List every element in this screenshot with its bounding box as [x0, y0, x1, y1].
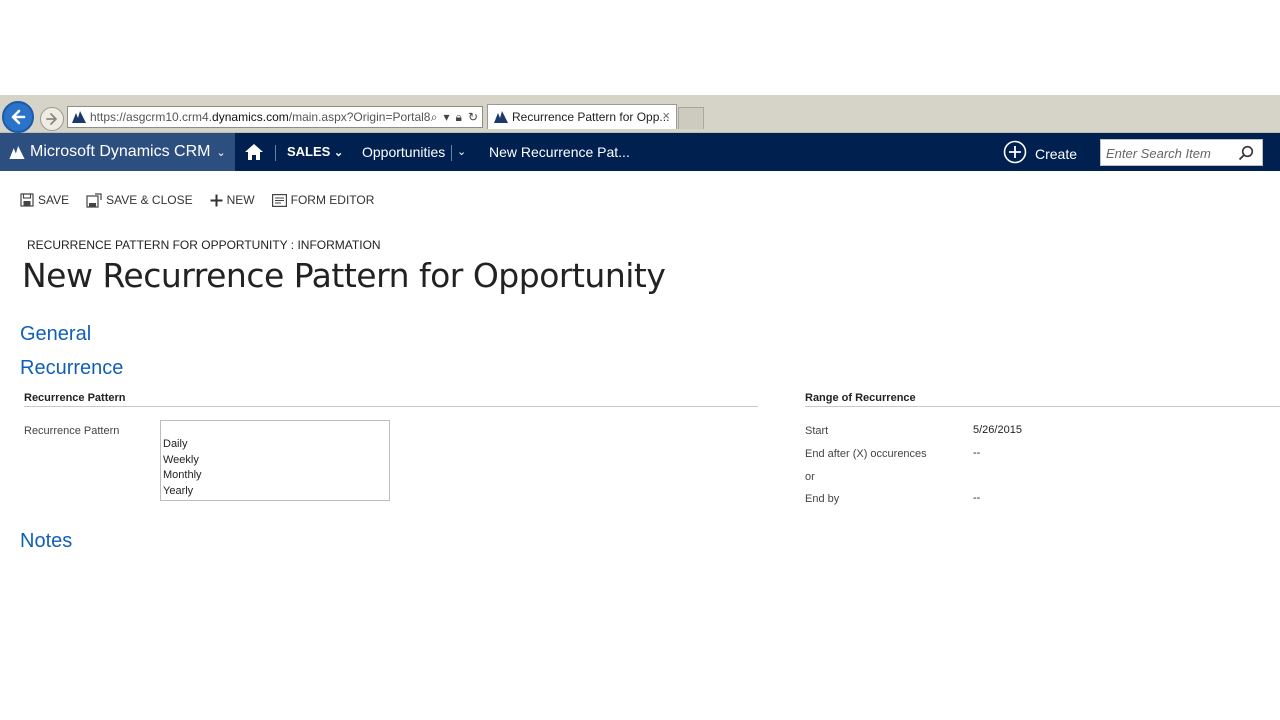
arrow-right-icon	[46, 113, 57, 125]
new-button[interactable]: NEW	[210, 193, 255, 207]
save-close-icon	[86, 192, 102, 208]
divider	[275, 145, 276, 161]
save-button[interactable]: SAVE	[20, 193, 69, 207]
pattern-option-daily[interactable]: Daily	[163, 437, 389, 453]
divider	[24, 406, 758, 407]
pattern-option-weekly[interactable]: Weekly	[163, 453, 389, 469]
pattern-option-yearly[interactable]: Yearly	[163, 484, 389, 500]
search-icon[interactable]	[1238, 145, 1254, 161]
divider	[805, 406, 1280, 407]
end-by-value[interactable]: --	[973, 492, 980, 504]
browser-forward-button[interactable]	[40, 107, 64, 131]
recurrence-pattern-listbox[interactable]: Daily Weekly Monthly Yearly	[160, 420, 390, 501]
plus-icon	[210, 194, 223, 206]
close-icon[interactable]: ×	[662, 108, 670, 123]
brand-menu[interactable]: Microsoft Dynamics CRM ⌄	[0, 133, 235, 171]
dynamics-logo-icon	[494, 111, 508, 123]
pattern-option-monthly[interactable]: Monthly	[163, 468, 389, 484]
page-title: New Recurrence Pattern for Opportunity	[22, 256, 666, 295]
recurrence-pattern-label: Recurrence Pattern	[24, 425, 120, 437]
home-icon[interactable]	[244, 143, 264, 161]
browser-toolbar: https://asgcrm10.crm4.dynamics.com/main.…	[0, 95, 1280, 133]
browser-tab[interactable]: Recurrence Pattern for Opp... ×	[487, 104, 677, 129]
chevron-down-icon[interactable]: ▾	[444, 110, 450, 125]
section-general[interactable]: General	[20, 323, 91, 346]
nav-current-record[interactable]: New Recurrence Pat...	[489, 144, 630, 160]
crm-nav-bar: Microsoft Dynamics CRM ⌄ SALES ⌄ Opportu…	[0, 133, 1280, 171]
chevron-down-icon: ⌄	[216, 146, 226, 159]
plus-circle-icon	[1003, 140, 1027, 164]
create-label: Create	[1035, 146, 1078, 162]
chevron-down-icon[interactable]: ⌄	[457, 145, 466, 158]
search-icon[interactable]: ⌕	[431, 110, 438, 125]
chevron-down-icon: ⌄	[333, 147, 344, 159]
divider	[451, 145, 452, 161]
search-input[interactable]	[1106, 144, 1236, 162]
address-url: https://asgcrm10.crm4.dynamics.com/main.…	[90, 110, 431, 124]
dynamics-logo-icon	[9, 145, 25, 159]
tab-title: Recurrence Pattern for Opp...	[512, 110, 670, 124]
dynamics-logo-icon	[72, 111, 86, 123]
lock-icon: 🔒︎	[455, 110, 462, 124]
end-after-label: End after (X) occurences	[805, 448, 927, 460]
start-value[interactable]: 5/26/2015	[973, 424, 1022, 436]
save-icon	[20, 193, 34, 207]
address-bar[interactable]: https://asgcrm10.crm4.dynamics.com/main.…	[67, 106, 483, 128]
refresh-icon[interactable]: ↻	[468, 110, 478, 125]
end-after-value[interactable]: --	[973, 447, 980, 459]
form-selector-label[interactable]: RECURRENCE PATTERN FOR OPPORTUNITY : INF…	[27, 238, 381, 252]
brand-label: Microsoft Dynamics CRM	[30, 143, 211, 160]
command-bar: SAVE SAVE & CLOSE NEW FORM EDITOR	[20, 190, 391, 210]
nav-entity-opportunities[interactable]: Opportunities	[362, 144, 445, 160]
start-label: Start	[805, 425, 829, 437]
recurrence-pattern-heading: Recurrence Pattern	[24, 392, 126, 404]
or-label: or	[805, 471, 815, 483]
form-editor-icon	[271, 193, 287, 207]
create-button[interactable]: Create	[1003, 140, 1077, 164]
arrow-left-icon	[11, 109, 26, 125]
form-editor-button[interactable]: FORM EDITOR	[271, 193, 374, 207]
section-notes[interactable]: Notes	[20, 530, 72, 553]
save-close-button[interactable]: SAVE & CLOSE	[86, 192, 193, 208]
range-of-recurrence-heading: Range of Recurrence	[805, 392, 916, 404]
section-recurrence[interactable]: Recurrence	[20, 357, 123, 380]
end-by-label: End by	[805, 493, 840, 505]
browser-back-button[interactable]	[2, 101, 34, 133]
global-search[interactable]	[1100, 139, 1263, 166]
new-tab-button[interactable]	[678, 107, 704, 129]
nav-area-sales[interactable]: SALES ⌄	[287, 144, 343, 159]
